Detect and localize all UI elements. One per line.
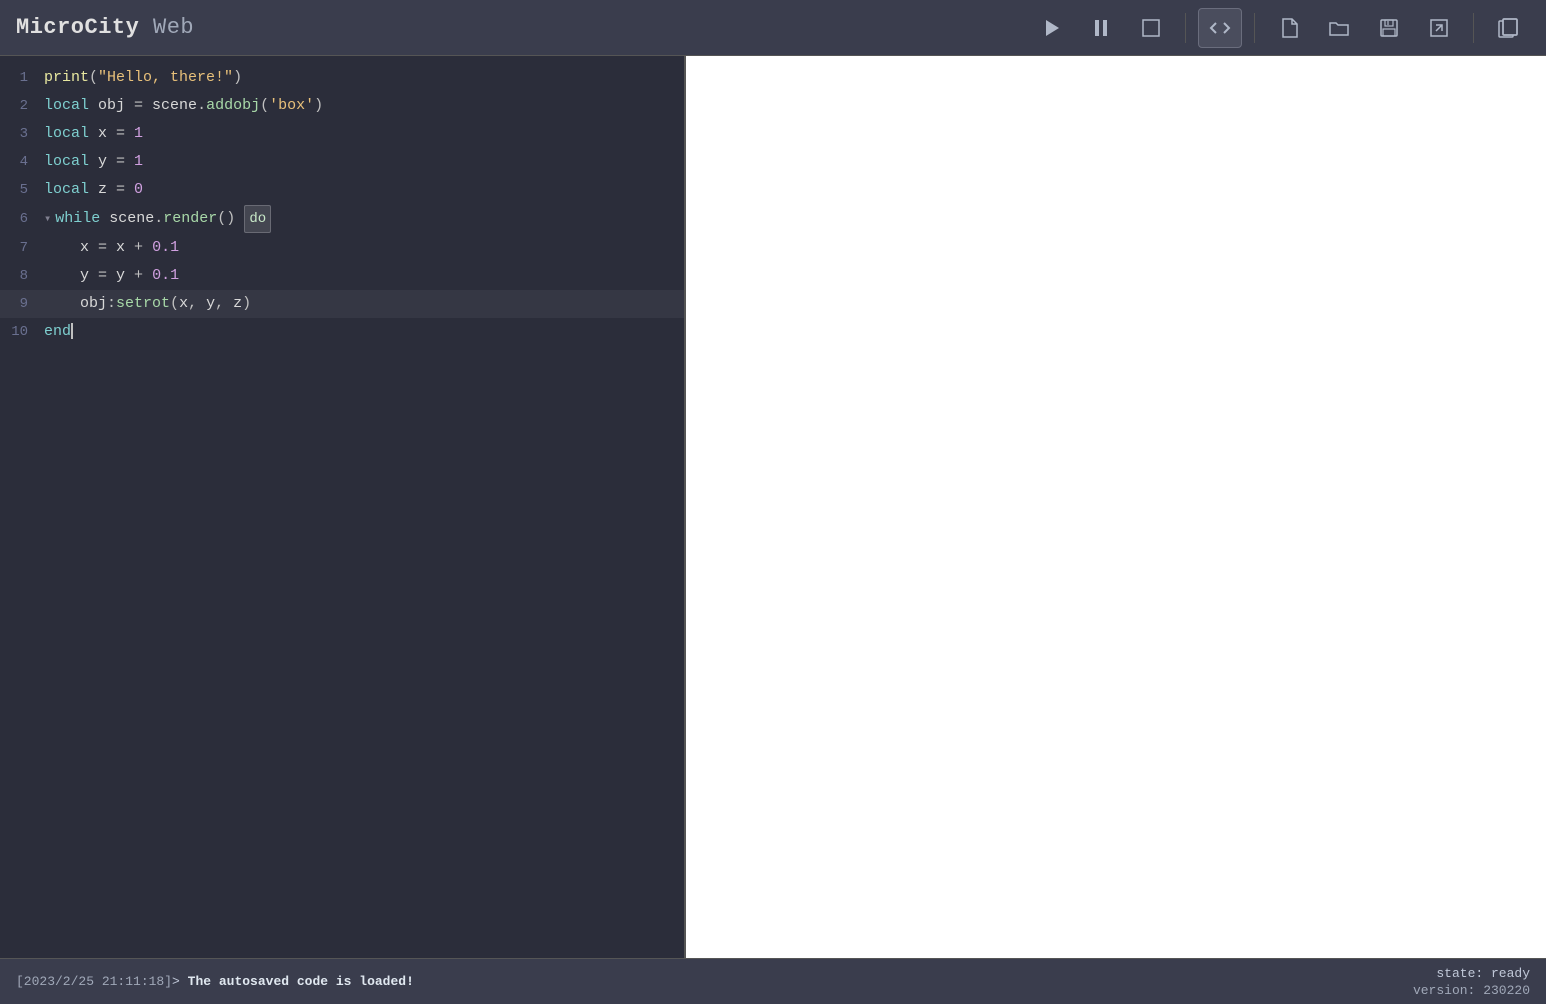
code-line-4: 4 local y = 1 xyxy=(0,148,684,176)
preview-panel xyxy=(686,56,1546,958)
open-file-button[interactable] xyxy=(1317,8,1361,48)
toolbar-controls xyxy=(1029,8,1530,48)
line-number-3: 3 xyxy=(0,121,40,147)
save-file-button[interactable] xyxy=(1367,8,1411,48)
app-name-micro: Micro xyxy=(16,15,85,40)
code-line-8: 8 y = y + 0.1 xyxy=(0,262,684,290)
multi-file-button[interactable] xyxy=(1486,8,1530,48)
line-content-9: obj:setrot(x, y, z) xyxy=(40,291,684,317)
line-number-1: 1 xyxy=(0,65,40,91)
state-label: state: xyxy=(1436,966,1483,981)
line-content-4: local y = 1 xyxy=(40,149,684,175)
line-content-1: print("Hello, there!") xyxy=(40,65,684,91)
line-number-7: 7 xyxy=(0,235,40,261)
code-line-5: 5 local z = 0 xyxy=(0,176,684,204)
version-label: version: xyxy=(1413,983,1475,998)
status-state: state: ready xyxy=(1436,966,1530,981)
stop-button[interactable] xyxy=(1129,8,1173,48)
code-line-9: 9 obj:setrot(x, y, z) xyxy=(0,290,684,318)
line-content-2: local obj = scene.addobj('box') xyxy=(40,93,684,119)
app-name-city: City xyxy=(85,15,140,40)
code-line-1: 1 print("Hello, there!") xyxy=(0,64,684,92)
line-content-8: y = y + 0.1 xyxy=(40,263,684,289)
code-line-6: 6 ▾while scene.render() do xyxy=(0,204,684,234)
line-content-7: x = x + 0.1 xyxy=(40,235,684,261)
new-file-button[interactable] xyxy=(1267,8,1311,48)
code-line-10: 10 end xyxy=(0,318,684,346)
main-area: 1 print("Hello, there!") 2 local obj = s… xyxy=(0,56,1546,958)
line-number-4: 4 xyxy=(0,149,40,175)
code-line-2: 2 local obj = scene.addobj('box') xyxy=(0,92,684,120)
line-number-2: 2 xyxy=(0,93,40,119)
status-version: version: 230220 xyxy=(1413,983,1530,998)
state-value: ready xyxy=(1491,966,1530,981)
code-area[interactable]: 1 print("Hello, there!") 2 local obj = s… xyxy=(0,56,684,958)
line-number-6: 6 xyxy=(0,206,40,232)
status-message: The autosaved code is loaded! xyxy=(188,974,414,989)
code-view-button[interactable] xyxy=(1198,8,1242,48)
editor-panel[interactable]: 1 print("Hello, there!") 2 local obj = s… xyxy=(0,56,686,958)
line-number-10: 10 xyxy=(0,319,40,345)
statusbar: [2023/2/25 21:11:18]> The autosaved code… xyxy=(0,958,1546,1004)
app-name-web: Web xyxy=(139,15,194,40)
run-button[interactable] xyxy=(1029,8,1073,48)
toolbar: MicroCity Web xyxy=(0,0,1546,56)
line-number-5: 5 xyxy=(0,177,40,203)
line-content-3: local x = 1 xyxy=(40,121,684,147)
line-content-6: ▾while scene.render() do xyxy=(40,205,684,233)
line-number-8: 8 xyxy=(0,263,40,289)
line-number-9: 9 xyxy=(0,291,40,317)
status-log: [2023/2/25 21:11:18]> The autosaved code… xyxy=(16,974,1413,989)
export-button[interactable] xyxy=(1417,8,1461,48)
line-content-5: local z = 0 xyxy=(40,177,684,203)
separator-3 xyxy=(1473,13,1474,43)
separator-2 xyxy=(1254,13,1255,43)
pause-button[interactable] xyxy=(1079,8,1123,48)
line-content-10: end xyxy=(40,319,684,345)
code-line-3: 3 local x = 1 xyxy=(0,120,684,148)
separator-1 xyxy=(1185,13,1186,43)
version-value: 230220 xyxy=(1483,983,1530,998)
status-timestamp: [2023/2/25 21:11:18] xyxy=(16,974,172,989)
code-line-7: 7 x = x + 0.1 xyxy=(0,234,684,262)
app-title: MicroCity Web xyxy=(16,15,194,40)
status-right: state: ready version: 230220 xyxy=(1413,966,1530,998)
status-prompt: > xyxy=(172,974,188,989)
